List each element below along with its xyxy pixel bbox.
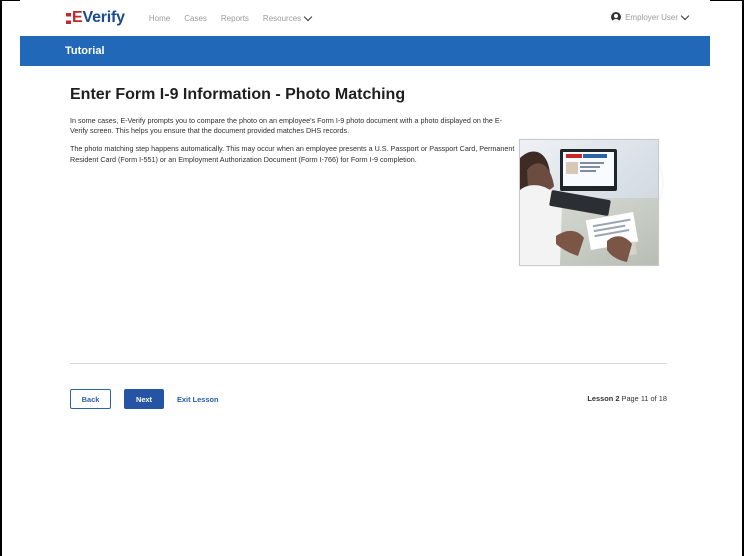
nav-resources-label: Resources [262, 13, 302, 23]
photo-illustration [520, 140, 658, 265]
top-navigation: E Verify Home Cases Reports Resources Em… [20, 0, 710, 36]
chevron-down-icon [303, 12, 313, 22]
nav-home[interactable]: Home [149, 14, 170, 23]
brand-e-letter: E [72, 9, 83, 26]
tutorial-banner: Tutorial [20, 36, 710, 66]
content-divider [70, 363, 667, 364]
photo-matching-image [519, 139, 659, 266]
exit-lesson-link[interactable]: Exit Lesson [177, 395, 218, 404]
tutorial-page: E Verify Home Cases Reports Resources Em… [20, 0, 710, 556]
lesson-progress: Lesson 2 Page 11 of 18 [587, 394, 667, 403]
lesson-number: Lesson 2 [587, 394, 620, 403]
brand-logo[interactable]: E Verify [66, 9, 125, 27]
lesson-page-counter: Page 11 of 18 [621, 394, 667, 403]
banner-title: Tutorial [65, 45, 105, 57]
lesson-content: Enter Form I-9 Information - Photo Match… [20, 86, 710, 409]
nav-links: Home Cases Reports Resources [149, 12, 313, 23]
nav-resources[interactable]: Resources [262, 12, 313, 23]
lesson-actions: Back Next Exit Lesson [70, 389, 218, 409]
lesson-paragraph-1: In some cases, E-Verify prompts you to c… [70, 115, 503, 136]
user-name: Employer User [625, 12, 678, 22]
next-button[interactable]: Next [124, 389, 164, 409]
lesson-text: In some cases, E-Verify prompts you to c… [70, 116, 515, 166]
frame-left-line [0, 0, 2, 556]
lesson-paragraph-2: The photo matching step happens automati… [70, 144, 515, 164]
chevron-down-icon [680, 11, 690, 21]
nav-cases[interactable]: Cases [184, 14, 207, 23]
brand-name: Verify [82, 9, 125, 26]
nav-reports[interactable]: Reports [221, 14, 249, 23]
user-menu[interactable]: Employer User [611, 11, 690, 22]
brand-flag-icon [66, 12, 71, 24]
back-button[interactable]: Back [70, 389, 111, 409]
user-circle-icon [611, 12, 622, 22]
page-title: Enter Form I-9 Information - Photo Match… [70, 86, 406, 103]
